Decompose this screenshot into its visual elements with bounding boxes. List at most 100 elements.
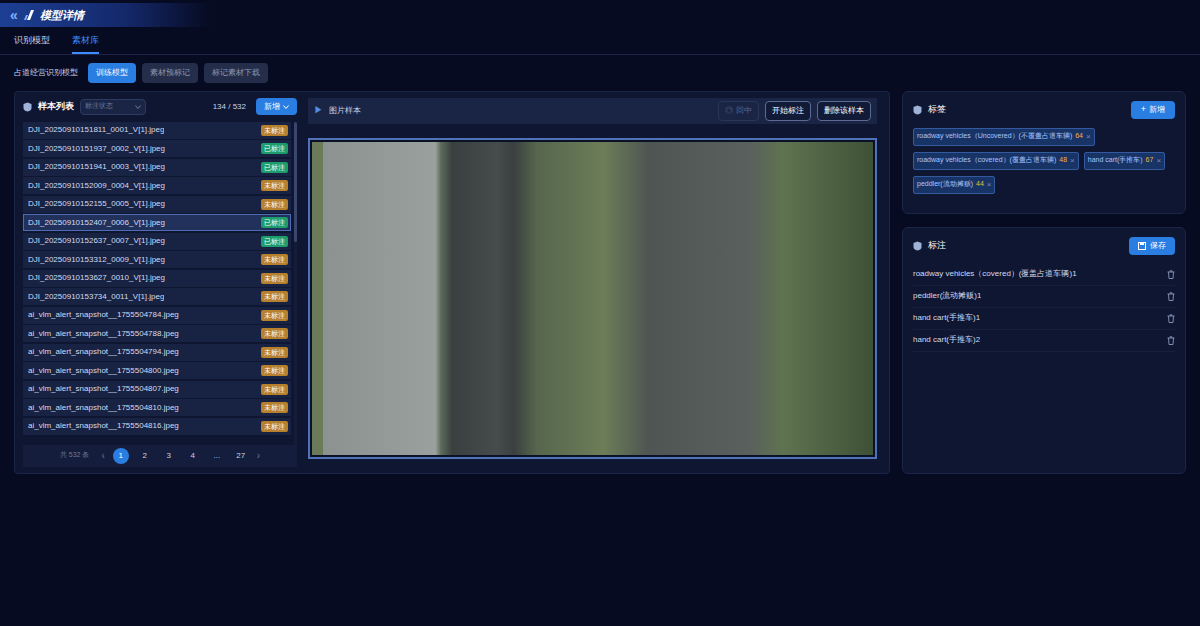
tab[interactable]: 识别模型 — [14, 34, 50, 54]
annotation-label: hand cart(手推车)2 — [913, 334, 980, 346]
status-badge: 已标注 — [261, 143, 288, 154]
page-title: 模型详情 — [40, 7, 84, 24]
status-badge: 未标注 — [261, 254, 288, 265]
tab[interactable]: 素材库 — [72, 34, 99, 54]
main-area: 样本列表标注状态134 / 532新增DJI_20250910151811_00… — [0, 91, 1200, 474]
scrollbar-thumb[interactable] — [294, 122, 297, 242]
sample-row[interactable]: ai_vlm_alert_snapshot__1755504807.jpeg未标… — [23, 381, 291, 398]
trash-icon — [1167, 314, 1175, 323]
close-icon[interactable]: × — [1086, 131, 1091, 143]
sample-row[interactable]: DJI_20250910151941_0003_V[1].jpeg 已标注 — [23, 159, 291, 176]
toolbar-button[interactable]: 训练模型 — [88, 63, 136, 83]
status-badge: 未标注 — [261, 347, 288, 358]
label-tag[interactable]: roadway vehicles（Uncovered）(不覆盖占道车辆)64× — [913, 128, 1095, 146]
page-number[interactable]: 1 — [113, 448, 129, 464]
sample-name: ai_vlm_alert_snapshot__1755504784.jpeg — [28, 309, 179, 321]
annotation-row[interactable]: hand cart(手推车)2 — [913, 330, 1175, 352]
status-filter-placeholder: 标注状态 — [85, 101, 113, 112]
sample-row[interactable]: DJI_20250910153312_0009_V[1].jpeg 未标注 — [23, 251, 291, 268]
model-name: 占道经营识别模型 — [14, 67, 78, 79]
annotation-row[interactable]: hand cart(手推车)1 — [913, 308, 1175, 330]
label-tag-count: 67 — [1146, 155, 1154, 166]
sample-name: ai_vlm_alert_snapshot__1755504788.jpeg — [28, 328, 179, 340]
pagination: 共 532 条‹1234...27› — [23, 445, 297, 467]
toolbar-button[interactable]: 素材预标记 — [142, 63, 198, 83]
scrollbar[interactable] — [294, 122, 297, 445]
sample-row[interactable]: ai_vlm_alert_snapshot__1755504810.jpeg未标… — [23, 399, 291, 416]
close-icon[interactable]: × — [1156, 155, 1161, 167]
sample-row[interactable]: ai_vlm_alert_snapshot__1755504800.jpeg未标… — [23, 362, 291, 379]
sample-row[interactable]: DJI_20250910153734_0011_V[1].jpeg未标注 — [23, 288, 291, 305]
label-tag[interactable]: hand cart(手推车)67× — [1084, 152, 1165, 170]
labels-title: 标签 — [928, 103, 946, 117]
preview-header: ▶图片样本◎回中开始标注删除该样本 — [308, 98, 877, 124]
label-tag-name: roadway vehicles（covered）(覆盖占道车辆) — [917, 155, 1056, 166]
back-icon[interactable]: « — [10, 8, 18, 22]
save-button[interactable]: 保存 — [1129, 237, 1175, 255]
status-badge: 已标注 — [261, 236, 288, 247]
sample-row[interactable]: ai_vlm_alert_snapshot__1755504784.jpeg未标… — [23, 307, 291, 324]
sample-row[interactable]: DJI_20250910151811_0001_V[1].jpeg未标注 — [23, 122, 291, 139]
close-icon[interactable]: × — [987, 179, 992, 191]
annotation-row[interactable]: roadway vehicles（covered）(覆盖占道车辆)1 — [913, 264, 1175, 286]
sample-row[interactable]: DJI_20250910152637_0007_V[1].jpeg已标注 — [23, 233, 291, 250]
list-icon — [23, 102, 32, 112]
status-badge: 未标注 — [261, 421, 288, 432]
add-label-button[interactable]: +新增 — [1131, 101, 1175, 119]
sample-list-title: 样本列表 — [38, 100, 74, 114]
page-number[interactable]: ... — [209, 448, 225, 464]
annotation-row[interactable]: peddler(流动摊贩)1 — [913, 286, 1175, 308]
sample-name: DJI_20250910151937_0002_V[1].jpeg — [28, 143, 165, 155]
chevron-down-icon — [135, 105, 141, 109]
label-tag[interactable]: roadway vehicles（covered）(覆盖占道车辆)48× — [913, 152, 1079, 170]
status-badge: 已标注 — [261, 217, 288, 228]
sample-row[interactable]: DJI_20250910151937_0002_V[1].jpeg 已标注 — [23, 140, 291, 157]
status-badge: 未标注 — [261, 384, 288, 395]
status-badge: 未标注 — [261, 291, 288, 302]
status-badge: 未标注 — [261, 125, 288, 136]
sample-row[interactable]: ai_vlm_alert_snapshot__1755504816.jpeg 未标… — [23, 418, 291, 435]
sample-list: DJI_20250910151811_0001_V[1].jpeg未标注DJI_… — [15, 122, 305, 445]
sample-row[interactable]: DJI_20250910152407_0006_V[1].jpeg已标注 — [23, 214, 291, 231]
sample-row[interactable]: DJI_20250910152009_0004_V[1].jpeg未标注 — [23, 177, 291, 194]
recenter-icon: ◎ — [725, 105, 733, 117]
status-filter[interactable]: 标注状态 — [80, 99, 146, 115]
preview-button[interactable]: 开始标注 — [765, 101, 811, 121]
right-column: 标签 +新增 roadway vehicles（Uncovered）(不覆盖占道车辆… — [902, 91, 1186, 474]
sample-row[interactable]: ai_vlm_alert_snapshot__1755504788.jpeg未标… — [23, 325, 291, 342]
sample-name: ai_vlm_alert_snapshot__1755504816.jpeg — [28, 420, 179, 432]
save-icon — [1138, 242, 1146, 250]
label-tag-count: 64 — [1075, 131, 1083, 142]
label-tag-count: 48 — [1059, 155, 1067, 166]
page-number[interactable]: 27 — [233, 448, 249, 464]
status-badge: 已标注 — [261, 162, 288, 173]
add-sample-button[interactable]: 新增 — [256, 98, 297, 115]
page-number[interactable]: 2 — [137, 448, 153, 464]
preview-button-label: 开始标注 — [772, 105, 804, 117]
next-page[interactable]: › — [257, 448, 260, 463]
prev-page[interactable]: ‹ — [101, 448, 104, 463]
logo-icon — [23, 9, 35, 21]
annotation-label: roadway vehicles（covered）(覆盖占道车辆)1 — [913, 268, 1077, 280]
close-icon[interactable]: × — [1070, 155, 1075, 167]
header-bar: « 模型详情 — [0, 3, 210, 27]
sample-list-panel: 样本列表标注状态134 / 532新增DJI_20250910151811_00… — [15, 92, 305, 473]
sample-name: DJI_20250910153312_0009_V[1].jpeg — [28, 254, 165, 266]
preview-button[interactable]: 删除该样本 — [817, 101, 871, 121]
label-tag[interactable]: peddler(流动摊贩)44× — [913, 176, 995, 194]
sample-row[interactable]: DJI_20250910153627_0010_V[1].jpeg未标注 — [23, 270, 291, 287]
trash-icon — [1167, 270, 1175, 279]
preview-button-label: 回中 — [736, 105, 752, 117]
page-number[interactable]: 4 — [185, 448, 201, 464]
toolbar-button[interactable]: 标记素材下载 — [204, 63, 268, 83]
page-number[interactable]: 3 — [161, 448, 177, 464]
annotations-panel: 标注保存roadway vehicles（covered）(覆盖占道车辆)1pe… — [902, 227, 1186, 474]
tag-icon — [913, 105, 922, 115]
tab-bar: 识别模型 素材库 — [0, 30, 1200, 55]
sample-row[interactable]: ai_vlm_alert_snapshot__1755504794.jpeg未标… — [23, 344, 291, 361]
sample-image[interactable] — [312, 142, 873, 455]
sample-row[interactable]: DJI_20250910152155_0005_V[1].jpeg未标注 — [23, 196, 291, 213]
sample-name: DJI_20250910151941_0003_V[1].jpeg — [28, 161, 165, 173]
annotation-label: hand cart(手推车)1 — [913, 312, 980, 324]
preview-button-label: 删除该样本 — [824, 105, 864, 117]
